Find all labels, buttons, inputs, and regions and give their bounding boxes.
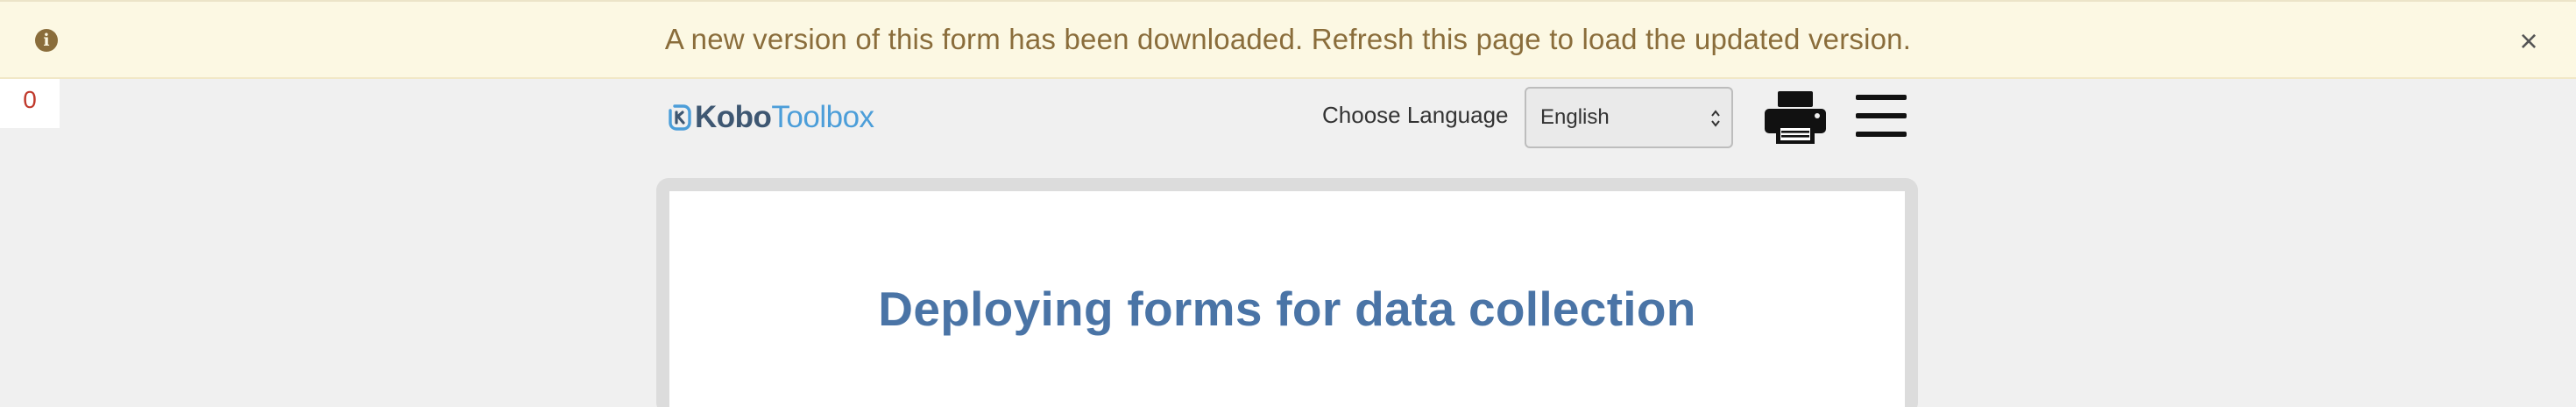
choose-language-label: Choose Language: [1322, 102, 1509, 128]
print-icon[interactable]: [1763, 89, 1828, 146]
counter-badge: 0: [0, 79, 60, 128]
info-icon: i: [35, 29, 58, 52]
form-card: Deploying forms for data collection: [669, 191, 1905, 407]
chevron-updown-icon: [1711, 110, 1720, 127]
logo-text-kobo: Kobo: [695, 100, 772, 134]
page: i A new version of this form has been do…: [0, 0, 2576, 407]
hamburger-menu-icon[interactable]: [1856, 91, 1908, 140]
kobo-logo-icon: [669, 104, 691, 131]
language-select[interactable]: English: [1525, 87, 1733, 148]
banner-message: A new version of this form has been down…: [664, 23, 1912, 55]
update-notification-banner: i A new version of this form has been do…: [0, 0, 2576, 79]
close-icon[interactable]: ×: [2513, 25, 2544, 57]
language-selected-value: English: [1540, 105, 1610, 129]
logo-text-toolbox: Toolbox: [771, 100, 874, 134]
kobotoolbox-logo[interactable]: Kobo Toolbox: [669, 99, 874, 136]
form-title: Deploying forms for data collection: [878, 282, 1696, 336]
